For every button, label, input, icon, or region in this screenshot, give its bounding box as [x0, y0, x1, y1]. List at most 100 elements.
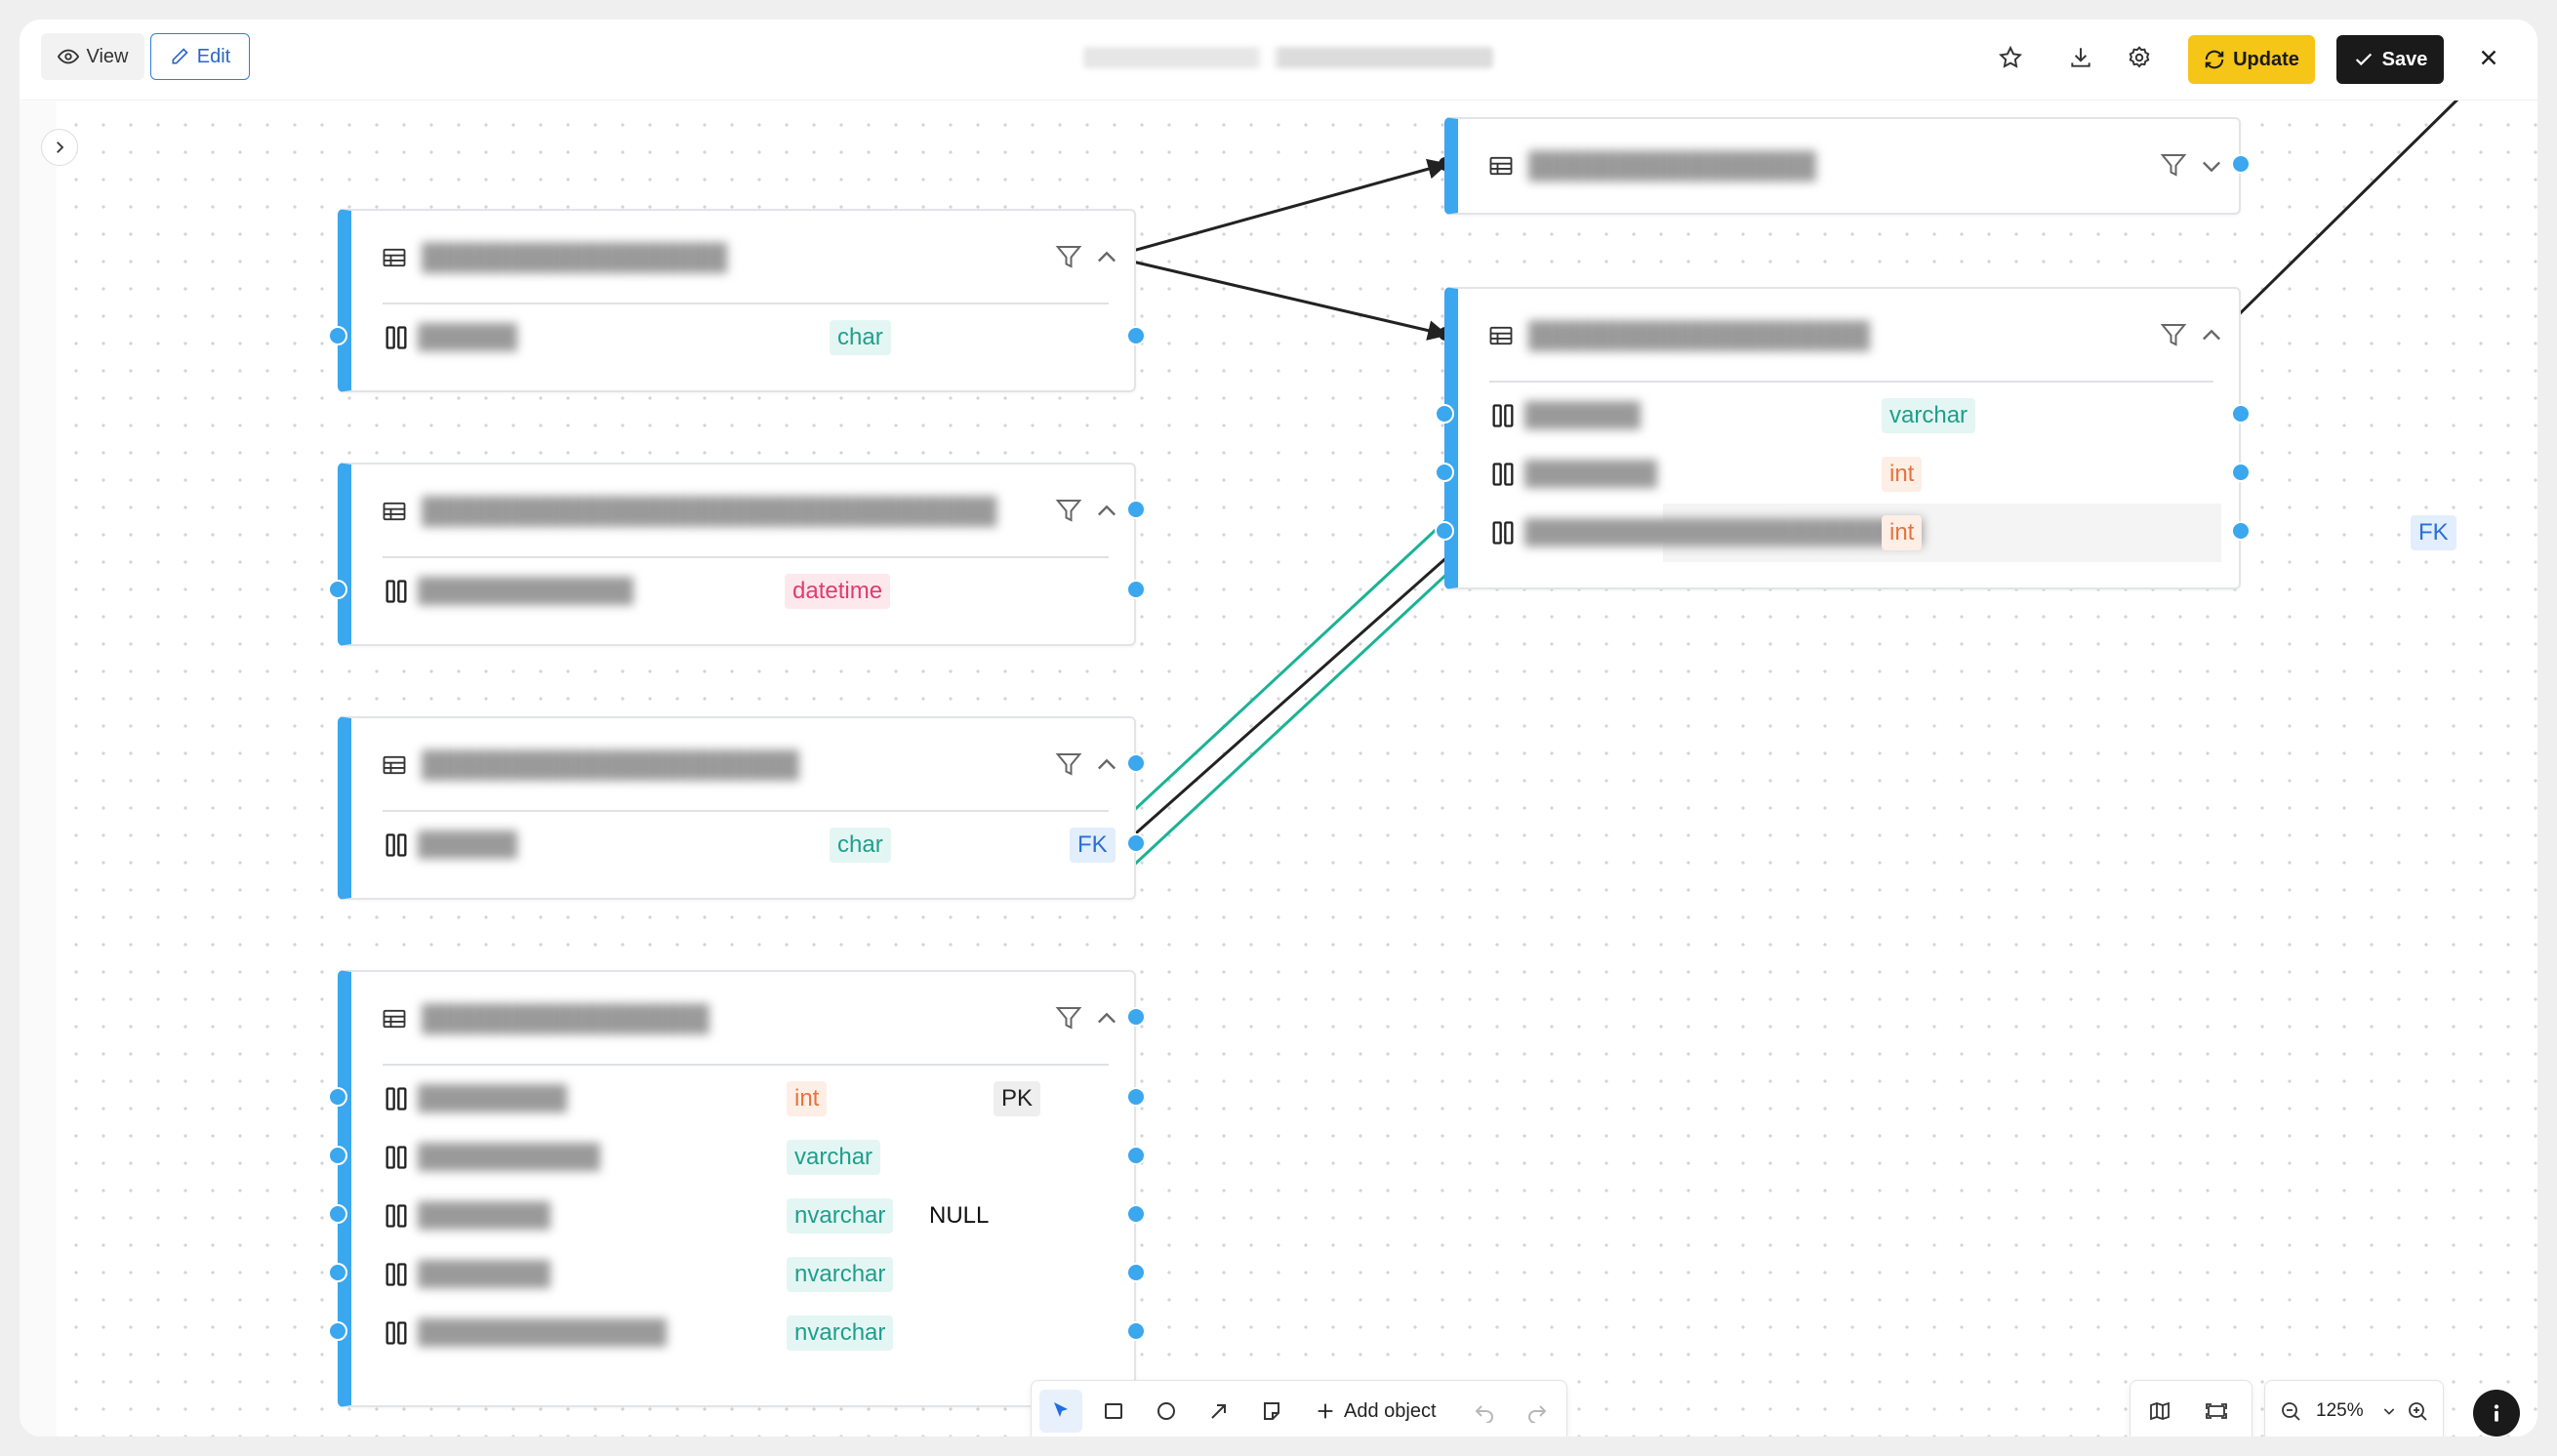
- redo-button[interactable]: [1516, 1390, 1559, 1433]
- chevron-up-icon[interactable]: [1093, 244, 1120, 271]
- column-row[interactable]: █████████████ datetime: [351, 562, 1134, 621]
- zoom-level-select[interactable]: 125%: [2316, 1390, 2397, 1433]
- column-row[interactable]: █████████ int PK: [351, 1070, 1134, 1128]
- table-name-redacted: ████████████████: [1528, 150, 1816, 180]
- column-row[interactable]: ███████ varchar: [1458, 386, 2239, 445]
- connection-handle[interactable]: [1126, 1204, 1146, 1224]
- select-tool[interactable]: [1039, 1390, 1082, 1433]
- view-mode-button[interactable]: View: [41, 33, 144, 80]
- connection-handle[interactable]: [1435, 463, 1454, 482]
- column-row[interactable]: ██████ char: [351, 308, 1134, 367]
- note-tool[interactable]: [1250, 1390, 1293, 1433]
- table-card[interactable]: █████████████████████ ██████ char FK: [338, 716, 1136, 900]
- table-card[interactable]: ████████████████ █████████ int PK ██████████…: [338, 970, 1136, 1407]
- column-row[interactable]: ████████ nvarchar: [351, 1245, 1134, 1304]
- connection-handle[interactable]: [328, 1204, 347, 1224]
- table-card[interactable]: ███████████████████ ███████ varchar ███████…: [1444, 287, 2456, 589]
- filter-icon[interactable]: [2159, 150, 2188, 180]
- table-header[interactable]: █████████████████: [351, 211, 1134, 304]
- filter-icon[interactable]: [1054, 496, 1083, 525]
- column-row[interactable]: ████████████████████████ int FK: [1492, 504, 2456, 562]
- add-object-button[interactable]: Add object: [1315, 1390, 1437, 1433]
- connection-handle[interactable]: [328, 326, 347, 345]
- filter-icon[interactable]: [1054, 242, 1083, 271]
- header-divider: [383, 1064, 1109, 1066]
- connection-handle[interactable]: [1435, 521, 1454, 541]
- table-header[interactable]: ████████████████: [351, 972, 1134, 1066]
- table-header[interactable]: █████████████████████: [351, 718, 1134, 812]
- zoom-out-button[interactable]: [2269, 1390, 2312, 1433]
- connection-handle[interactable]: [2231, 521, 2251, 541]
- refresh-icon: [2205, 50, 2224, 69]
- circle-tool[interactable]: [1145, 1390, 1188, 1433]
- connection-handle[interactable]: [328, 1087, 347, 1107]
- expand-sidebar-button[interactable]: [41, 129, 78, 166]
- table-header[interactable]: ███████████████████: [1458, 289, 2239, 383]
- edit-mode-button[interactable]: Edit: [150, 33, 250, 80]
- rectangle-icon: [1105, 1403, 1122, 1419]
- connection-handle[interactable]: [328, 580, 347, 599]
- chevron-up-icon[interactable]: [1093, 1005, 1120, 1032]
- connection-handle[interactable]: [1126, 1146, 1146, 1165]
- table-card[interactable]: ████████████████: [1444, 117, 2241, 215]
- connection-handle[interactable]: [1126, 580, 1146, 599]
- connection-handle[interactable]: [2231, 154, 2251, 174]
- filter-icon[interactable]: [1054, 1003, 1083, 1032]
- connection-handle[interactable]: [1126, 1321, 1146, 1341]
- connection-handle[interactable]: [2231, 463, 2251, 482]
- fit-icon: [2206, 1403, 2227, 1419]
- chevron-up-icon[interactable]: [2198, 322, 2225, 349]
- column-row[interactable]: ██████ char FK: [351, 816, 1134, 874]
- save-button[interactable]: Save: [2336, 35, 2444, 84]
- minimap-button[interactable]: [2138, 1390, 2181, 1433]
- column-row[interactable]: ███████████████ nvarchar: [351, 1304, 1134, 1362]
- nullable-label: NULL: [929, 1202, 990, 1229]
- connection-handle[interactable]: [1126, 326, 1146, 345]
- column-icon: [1491, 519, 1515, 546]
- table-header[interactable]: ████████████████: [1458, 119, 2239, 213]
- filter-icon[interactable]: [2159, 320, 2188, 349]
- fit-view-button[interactable]: [2195, 1390, 2238, 1433]
- app-window: View Edit Update Save █████████████████ …: [20, 20, 2537, 1436]
- column-name-redacted: ██████: [418, 324, 518, 350]
- settings-button[interactable]: [2118, 36, 2161, 79]
- table-icon: [1487, 322, 1515, 349]
- connection-handle[interactable]: [1126, 1263, 1146, 1282]
- connection-handle[interactable]: [2231, 404, 2251, 424]
- download-button[interactable]: [2059, 36, 2102, 79]
- connection-handle[interactable]: [1126, 833, 1146, 853]
- table-card[interactable]: ████████████████████████████████ ████████…: [338, 463, 1136, 646]
- table-header[interactable]: ████████████████████████████████: [351, 465, 1134, 558]
- chevron-down-icon[interactable]: [2198, 152, 2225, 180]
- connection-handle[interactable]: [1126, 1007, 1146, 1027]
- arrow-tool[interactable]: [1197, 1390, 1240, 1433]
- rectangle-tool[interactable]: [1092, 1390, 1135, 1433]
- zoom-in-button[interactable]: [2396, 1390, 2439, 1433]
- connection-handle[interactable]: [1435, 404, 1454, 424]
- column-name-redacted: ███████: [1524, 402, 1642, 428]
- column-type-badge: nvarchar: [787, 1198, 894, 1234]
- connection-handle[interactable]: [328, 1321, 347, 1341]
- close-icon: [2481, 50, 2496, 65]
- connection-handle[interactable]: [1126, 1087, 1146, 1107]
- update-button[interactable]: Update: [2188, 35, 2315, 84]
- column-type-badge: int: [1882, 515, 1923, 550]
- connection-handle[interactable]: [328, 1263, 347, 1282]
- undo-button[interactable]: [1463, 1390, 1506, 1433]
- column-row[interactable]: ████████ int: [1458, 445, 2239, 504]
- connection-handle[interactable]: [1126, 753, 1146, 773]
- connection-handle[interactable]: [1126, 500, 1146, 519]
- chevron-up-icon[interactable]: [1093, 751, 1120, 779]
- table-card[interactable]: █████████████████ ██████ char: [338, 209, 1136, 392]
- column-row[interactable]: ████████ nvarchar NULL: [351, 1187, 1134, 1245]
- chevron-up-icon[interactable]: [1093, 498, 1120, 525]
- column-type-badge: datetime: [785, 574, 891, 609]
- connection-handle[interactable]: [328, 1146, 347, 1165]
- filter-icon[interactable]: [1054, 749, 1083, 779]
- download-icon: [2071, 48, 2090, 67]
- column-row[interactable]: ███████████ varchar: [351, 1128, 1134, 1187]
- close-button[interactable]: [2467, 36, 2510, 79]
- info-button[interactable]: [2473, 1390, 2520, 1436]
- zoom-panel: 125%: [2264, 1380, 2444, 1436]
- favorite-button[interactable]: [1989, 36, 2032, 79]
